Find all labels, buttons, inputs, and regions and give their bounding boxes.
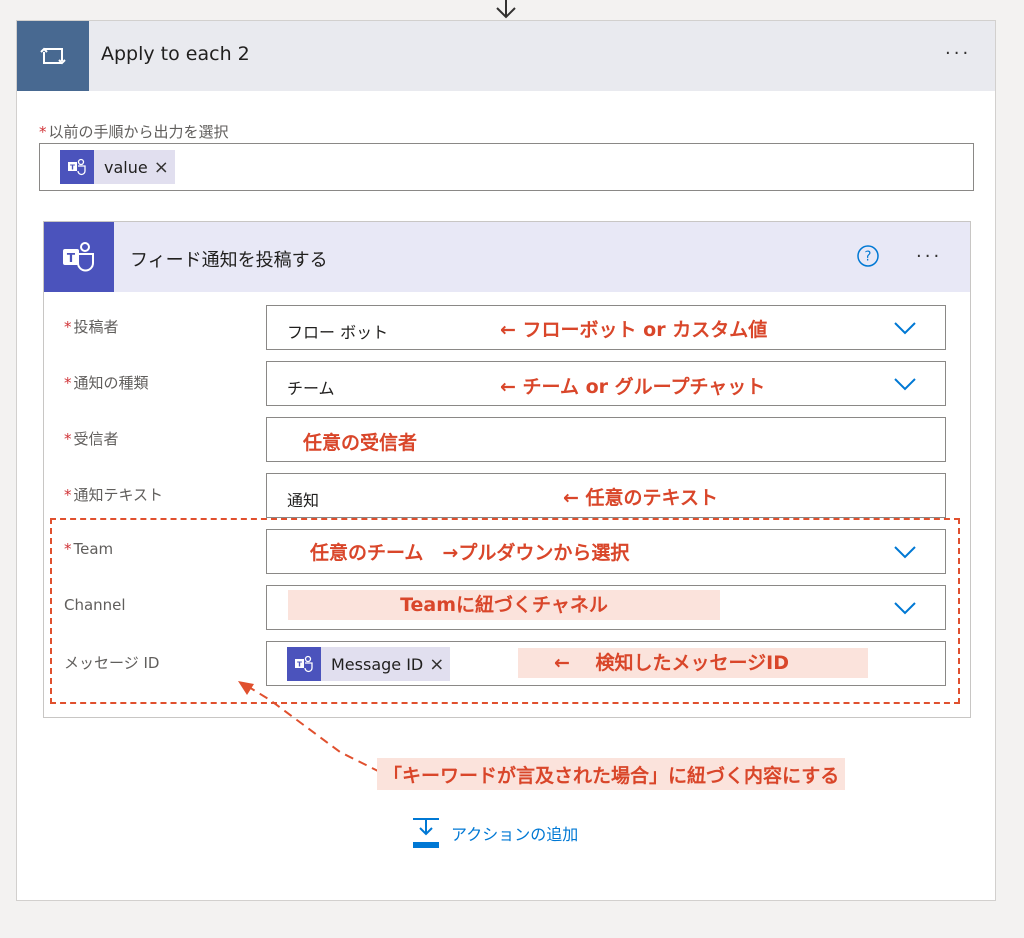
callout-note: 「キーワードが言及された場合」に紐づく内容にする bbox=[377, 758, 846, 790]
help-icon[interactable]: ? bbox=[856, 244, 880, 268]
svg-text:T: T bbox=[67, 251, 76, 265]
required-mark: * bbox=[64, 318, 72, 336]
select-output-label: * 以前の手順から出力を選択 bbox=[39, 121, 229, 142]
notification-text-note: ← 任意のテキスト bbox=[563, 487, 718, 509]
action-more-button[interactable]: ··· bbox=[916, 246, 942, 267]
notification-text-label: * 通知テキスト bbox=[64, 484, 163, 505]
svg-text:?: ? bbox=[865, 250, 872, 265]
teams-icon: T bbox=[60, 150, 94, 184]
required-mark: * bbox=[64, 430, 72, 448]
apply-to-each-header[interactable]: Apply to each 2 ··· bbox=[17, 21, 995, 91]
notification-type-note: ← チーム or グループチャット bbox=[500, 376, 766, 398]
notification-text-value: 通知 bbox=[287, 491, 320, 510]
add-action-icon bbox=[413, 818, 439, 848]
recipient-note: 任意の受信者 bbox=[303, 432, 418, 454]
value-token[interactable]: T value × bbox=[60, 150, 175, 184]
action-header[interactable]: T フィード通知を投稿する ? ··· bbox=[44, 222, 970, 292]
value-token-label: value bbox=[104, 157, 148, 177]
svg-text:T: T bbox=[70, 164, 75, 172]
poster-label-text: 投稿者 bbox=[73, 318, 119, 336]
apply-to-each-title: Apply to each 2 bbox=[101, 43, 250, 65]
poster-note: ← フローボット or カスタム値 bbox=[500, 319, 768, 341]
required-mark: * bbox=[64, 374, 72, 392]
add-action-button[interactable]: アクションの追加 bbox=[411, 816, 578, 850]
poster-label: * 投稿者 bbox=[64, 316, 119, 337]
select-output-label-text: 以前の手順から出力を選択 bbox=[48, 123, 229, 141]
teams-logo-icon: T bbox=[44, 222, 114, 292]
required-mark: * bbox=[39, 123, 47, 141]
notification-type-value: チーム bbox=[287, 379, 335, 398]
more-options-button[interactable]: ··· bbox=[945, 43, 971, 64]
required-mark: * bbox=[64, 486, 72, 504]
notification-type-label: * 通知の種類 bbox=[64, 372, 149, 393]
recipient-label-text: 受信者 bbox=[73, 430, 119, 448]
down-arrow-icon bbox=[496, 0, 516, 19]
chevron-down-icon[interactable] bbox=[893, 320, 917, 336]
loop-icon bbox=[17, 21, 89, 91]
recipient-label: * 受信者 bbox=[64, 428, 119, 449]
notification-text-label-text: 通知テキスト bbox=[73, 486, 164, 504]
highlight-dashed-box bbox=[50, 518, 960, 704]
remove-token-button[interactable]: × bbox=[154, 157, 175, 178]
select-output-input[interactable]: T value × bbox=[39, 143, 974, 191]
notification-type-label-text: 通知の種類 bbox=[73, 374, 149, 392]
chevron-down-icon[interactable] bbox=[893, 376, 917, 392]
poster-value: フロー ボット bbox=[287, 323, 389, 342]
action-title: フィード通知を投稿する bbox=[130, 250, 328, 271]
add-action-label: アクションの追加 bbox=[451, 825, 579, 844]
